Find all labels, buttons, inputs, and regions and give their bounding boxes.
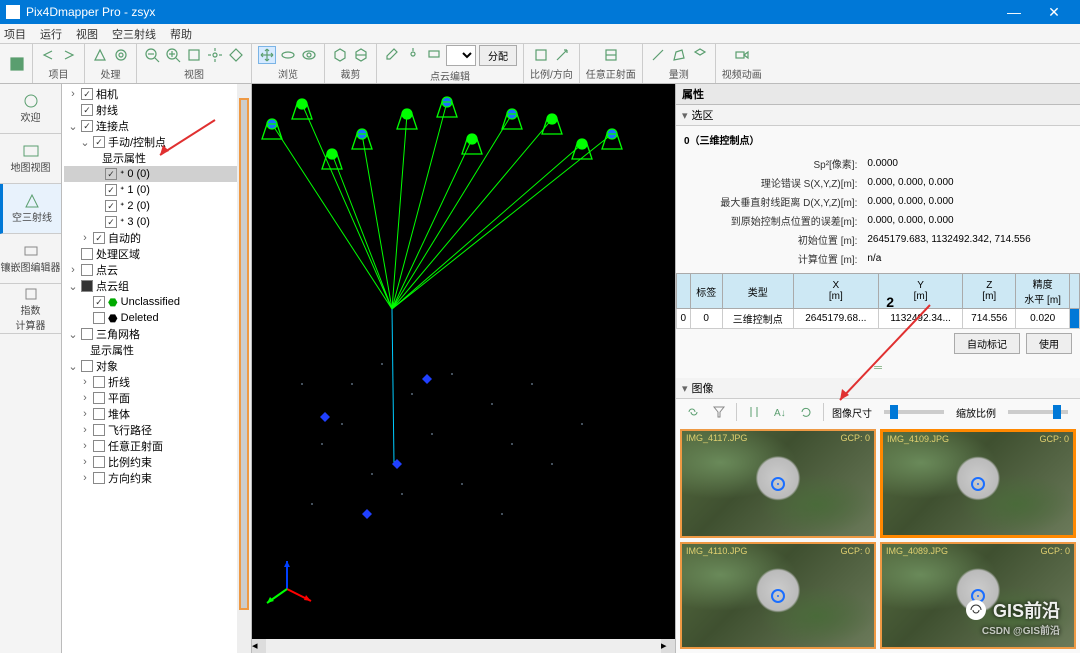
direction-icon[interactable] xyxy=(553,46,571,64)
tab-rays[interactable]: 空三射线 xyxy=(0,184,61,234)
orbit-icon[interactable] xyxy=(279,46,297,64)
tree-scrollbar[interactable] xyxy=(237,84,251,653)
images-header[interactable]: ▾图像 xyxy=(676,378,1080,399)
link-icon[interactable] xyxy=(684,403,702,421)
video-icon[interactable] xyxy=(733,46,751,64)
undo-icon[interactable] xyxy=(39,46,57,64)
gcp-table[interactable]: 标签类型 X [m]Y [m] Z [m]精度 水平 [m] 00三维控制点 2… xyxy=(676,273,1080,329)
menu-bar: 项目 运行 视图 空三射线 帮助 xyxy=(0,24,1080,44)
gcp-marker-icon xyxy=(771,477,785,491)
check-tie[interactable] xyxy=(81,120,93,132)
add-point-icon[interactable] xyxy=(404,45,422,63)
gcp-marker-icon xyxy=(771,589,785,603)
minimize-button[interactable]: — xyxy=(994,4,1034,20)
toolbar-measure-label: 量测 xyxy=(669,66,689,81)
tree-item-point-3[interactable]: ᐩ 3 (0) xyxy=(64,214,249,230)
viewport-hscroll[interactable]: ◂▸ xyxy=(252,639,675,653)
tree-item-point-1[interactable]: ᐩ 1 (0) xyxy=(64,182,249,198)
scale-handle[interactable]: ═ xyxy=(676,358,1080,378)
zoom-in-icon[interactable] xyxy=(164,46,182,64)
fit-icon[interactable] xyxy=(185,46,203,64)
ortho-icon[interactable] xyxy=(602,46,620,64)
thumbnail-2[interactable]: IMG_4110.JPGGCP: 0 xyxy=(680,542,876,649)
redo-icon[interactable] xyxy=(60,46,78,64)
tab-map[interactable]: 地图视图 xyxy=(0,134,61,184)
use-button[interactable]: 使用 xyxy=(1026,333,1072,354)
thumbnail-1[interactable]: IMG_4109.JPGGCP: 0 xyxy=(880,429,1076,538)
window-title: Pix4Dmapper Pro - zsyx xyxy=(26,5,994,19)
layer-tree[interactable]: 1 ›相机 射线 ⌄连接点 ⌄手动/控制点 显示属性 ᐩ 0 (0) ᐩ 1 (… xyxy=(62,84,252,653)
classification-select[interactable]: Unclassified xyxy=(446,45,476,66)
close-button[interactable]: ✕ xyxy=(1034,4,1074,21)
check-auto[interactable] xyxy=(93,232,105,244)
app-icon xyxy=(6,5,20,19)
layers-icon[interactable] xyxy=(425,45,443,63)
menu-run[interactable]: 运行 xyxy=(40,26,62,42)
toolbar-video-label: 视频动画 xyxy=(722,66,762,81)
filter-icon[interactable] xyxy=(710,403,728,421)
logo-icon xyxy=(8,55,26,73)
table-row[interactable]: 00三维控制点 2645179.68...1132492.34...714.55… xyxy=(677,309,1080,329)
thumbnail-0[interactable]: IMG_4117.JPGGCP: 0 xyxy=(680,429,876,538)
check-camera[interactable] xyxy=(81,88,93,100)
menu-help[interactable]: 帮助 xyxy=(170,26,192,42)
scale-icon[interactable] xyxy=(532,46,550,64)
sort-az-icon[interactable]: A↓ xyxy=(771,403,789,421)
process-icon[interactable] xyxy=(91,46,109,64)
assign-button[interactable]: 分配 xyxy=(479,45,517,66)
toolbar-browse-label: 浏览 xyxy=(278,66,298,81)
measure-vol-icon[interactable] xyxy=(691,46,709,64)
vertical-tabs: 欢迎 地图视图 空三射线 镶嵌图编辑器 指数 计算器 xyxy=(0,84,62,653)
tab-mosaic[interactable]: 镶嵌图编辑器 xyxy=(0,234,61,284)
toolbar-pce-label: 点云编辑 xyxy=(430,68,470,83)
gear-icon[interactable] xyxy=(112,46,130,64)
3d-viewport[interactable]: ◂▸ xyxy=(252,84,675,653)
size-slider[interactable] xyxy=(884,410,944,414)
toolbar-project-label: 项目 xyxy=(49,66,69,81)
sort-icon[interactable] xyxy=(745,403,763,421)
tab-calc[interactable]: 指数 计算器 xyxy=(0,284,61,334)
measure-area-icon[interactable] xyxy=(670,46,688,64)
menu-rays[interactable]: 空三射线 xyxy=(112,26,156,42)
watermark: GIS前沿 CSDN @GIS前沿 xyxy=(965,597,1060,623)
auto-mark-button[interactable]: 自动标记 xyxy=(954,333,1020,354)
annotation-2: 2 xyxy=(886,294,894,310)
toolbar-process-label: 处理 xyxy=(101,66,121,81)
zoom-out-icon[interactable] xyxy=(143,46,161,64)
eye-icon[interactable] xyxy=(300,46,318,64)
center-icon[interactable] xyxy=(206,46,224,64)
top-view-icon[interactable] xyxy=(227,46,245,64)
toolbar-view-label: 视图 xyxy=(184,66,204,81)
gcp-marker-icon xyxy=(971,477,985,491)
title-bar: Pix4Dmapper Pro - zsyx — ✕ xyxy=(0,0,1080,24)
menu-project[interactable]: 项目 xyxy=(4,26,26,42)
toolbar: 项目 处理 视图 浏览 裁剪 xyxy=(0,44,1080,84)
clip-box-icon[interactable] xyxy=(331,46,349,64)
zoom-slider[interactable] xyxy=(1008,410,1068,414)
image-size-label: 图像尺寸 xyxy=(832,405,872,420)
toolbar-scale-label: 比例/方向 xyxy=(530,66,573,81)
toolbar-clip-label: 裁剪 xyxy=(341,66,361,81)
tree-item-point-2[interactable]: ᐩ 2 (0) xyxy=(64,198,249,214)
svg-text:A↓: A↓ xyxy=(774,408,786,419)
check-ray[interactable] xyxy=(81,104,93,116)
tree-item-point-0[interactable]: ᐩ 0 (0) xyxy=(64,166,249,182)
properties-panel: 属性 ▾选区 0（三维控制点） Sp²[像素]:0.0000 理论错误 S(X,… xyxy=(675,84,1080,653)
toolbar-ortho-label: 任意正射面 xyxy=(586,66,636,81)
selection-header[interactable]: ▾选区 xyxy=(676,105,1080,126)
clip-icon[interactable] xyxy=(352,46,370,64)
menu-view[interactable]: 视图 xyxy=(76,26,98,42)
tab-welcome[interactable]: 欢迎 xyxy=(0,84,61,134)
properties-header: 属性 xyxy=(676,84,1080,105)
pan-icon[interactable] xyxy=(258,46,276,64)
zoom-label: 缩放比例 xyxy=(956,405,996,420)
selection-title: 0（三维控制点） xyxy=(684,130,1072,153)
props-table: Sp²[像素]:0.0000 理论错误 S(X,Y,Z)[m]:0.000, 0… xyxy=(684,153,1072,269)
refresh-icon[interactable] xyxy=(797,403,815,421)
edit-icon[interactable] xyxy=(383,45,401,63)
check-manual[interactable] xyxy=(93,136,105,148)
measure-line-icon[interactable] xyxy=(649,46,667,64)
